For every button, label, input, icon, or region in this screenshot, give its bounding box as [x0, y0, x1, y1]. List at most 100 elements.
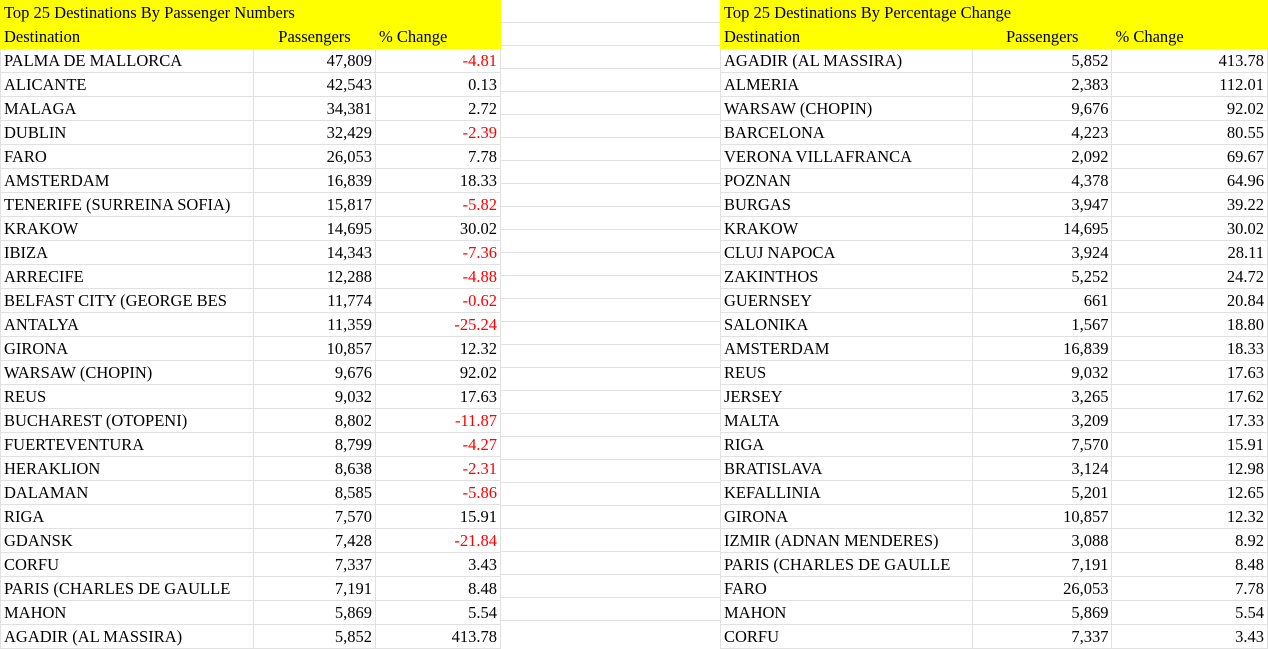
- cell-passengers[interactable]: 9,676: [253, 360, 376, 385]
- cell-change[interactable]: 3.43: [1111, 624, 1268, 649]
- cell-change[interactable]: 12.32: [375, 336, 501, 361]
- cell-change[interactable]: 5.54: [375, 600, 501, 625]
- cell-change[interactable]: 5.54: [1111, 600, 1268, 625]
- cell-change[interactable]: 18.80: [1111, 312, 1268, 337]
- cell-change[interactable]: 12.32: [1111, 504, 1268, 529]
- cell-destination[interactable]: CLUJ NAPOCA: [720, 240, 973, 265]
- cell-change[interactable]: 413.78: [1111, 48, 1268, 73]
- cell-change[interactable]: 8.92: [1111, 528, 1268, 553]
- cell-passengers[interactable]: 14,695: [971, 216, 1113, 241]
- cell-change[interactable]: 92.02: [1111, 96, 1268, 121]
- cell-passengers[interactable]: 5,869: [971, 600, 1113, 625]
- cell-destination[interactable]: VERONA VILLAFRANCA: [720, 144, 973, 169]
- cell-passengers[interactable]: 8,585: [253, 480, 376, 505]
- cell-destination[interactable]: DUBLIN: [0, 120, 254, 145]
- cell-change[interactable]: -21.84: [375, 528, 501, 553]
- cell-destination[interactable]: KRAKOW: [720, 216, 973, 241]
- cell-destination[interactable]: REUS: [0, 384, 254, 409]
- cell-passengers[interactable]: 7,570: [971, 432, 1113, 457]
- empty-row[interactable]: [500, 276, 720, 299]
- cell-destination[interactable]: MALAGA: [0, 96, 254, 121]
- cell-change[interactable]: 17.63: [375, 384, 501, 409]
- header-change[interactable]: % Change: [1111, 24, 1268, 49]
- empty-row[interactable]: [500, 230, 720, 253]
- cell-passengers[interactable]: 26,053: [971, 576, 1113, 601]
- cell-destination[interactable]: WARSAW (CHOPIN): [720, 96, 973, 121]
- cell-passengers[interactable]: 10,857: [971, 504, 1113, 529]
- cell-change[interactable]: 15.91: [1111, 432, 1268, 457]
- cell-passengers[interactable]: 2,383: [971, 72, 1113, 97]
- cell-passengers[interactable]: 5,252: [971, 264, 1113, 289]
- cell-change[interactable]: -2.31: [375, 456, 501, 481]
- cell-change[interactable]: 112.01: [1111, 72, 1268, 97]
- cell-change[interactable]: 18.33: [1111, 336, 1268, 361]
- cell-passengers[interactable]: 7,191: [253, 576, 376, 601]
- cell-passengers[interactable]: 661: [971, 288, 1113, 313]
- cell-passengers[interactable]: 47,809: [253, 48, 376, 73]
- cell-change[interactable]: -4.27: [375, 432, 501, 457]
- cell-change[interactable]: 69.67: [1111, 144, 1268, 169]
- cell-passengers[interactable]: 8,802: [253, 408, 376, 433]
- cell-passengers[interactable]: 3,265: [971, 384, 1113, 409]
- cell-passengers[interactable]: 3,947: [971, 192, 1113, 217]
- cell-passengers[interactable]: 4,378: [971, 168, 1113, 193]
- cell-passengers[interactable]: 11,359: [253, 312, 376, 337]
- cell-change[interactable]: -5.82: [375, 192, 501, 217]
- empty-row[interactable]: [500, 92, 720, 115]
- empty-row[interactable]: [500, 161, 720, 184]
- cell-passengers[interactable]: 8,638: [253, 456, 376, 481]
- cell-destination[interactable]: BRATISLAVA: [720, 456, 973, 481]
- cell-passengers[interactable]: 7,191: [971, 552, 1113, 577]
- cell-destination[interactable]: PARIS (CHARLES DE GAULLE: [720, 552, 973, 577]
- cell-change[interactable]: 7.78: [375, 144, 501, 169]
- cell-passengers[interactable]: 42,543: [253, 72, 376, 97]
- cell-passengers[interactable]: 9,032: [971, 360, 1113, 385]
- cell-change[interactable]: 92.02: [375, 360, 501, 385]
- cell-destination[interactable]: CORFU: [0, 552, 254, 577]
- cell-passengers[interactable]: 7,570: [253, 504, 376, 529]
- cell-change[interactable]: -5.86: [375, 480, 501, 505]
- empty-row[interactable]: [500, 299, 720, 322]
- cell-destination[interactable]: HERAKLION: [0, 456, 254, 481]
- empty-row[interactable]: [500, 253, 720, 276]
- cell-change[interactable]: 28.11: [1111, 240, 1268, 265]
- cell-change[interactable]: 17.33: [1111, 408, 1268, 433]
- cell-destination[interactable]: BUCHAREST (OTOPENI): [0, 408, 254, 433]
- empty-row[interactable]: [500, 529, 720, 552]
- cell-passengers[interactable]: 3,209: [971, 408, 1113, 433]
- cell-change[interactable]: 8.48: [1111, 552, 1268, 577]
- cell-change[interactable]: 18.33: [375, 168, 501, 193]
- cell-passengers[interactable]: 9,676: [971, 96, 1113, 121]
- cell-change[interactable]: 15.91: [375, 504, 501, 529]
- empty-row[interactable]: [500, 506, 720, 529]
- cell-destination[interactable]: MAHON: [0, 600, 254, 625]
- cell-change[interactable]: -25.24: [375, 312, 501, 337]
- cell-destination[interactable]: BARCELONA: [720, 120, 973, 145]
- header-passengers[interactable]: Passengers: [253, 24, 376, 49]
- cell-change[interactable]: 8.48: [375, 576, 501, 601]
- table-title[interactable]: Top 25 Destinations By Passenger Numbers: [0, 0, 501, 25]
- cell-change[interactable]: 20.84: [1111, 288, 1268, 313]
- cell-passengers[interactable]: 7,337: [971, 624, 1113, 649]
- empty-row[interactable]: [500, 138, 720, 161]
- cell-passengers[interactable]: 15,817: [253, 192, 376, 217]
- cell-destination[interactable]: ARRECIFE: [0, 264, 254, 289]
- cell-passengers[interactable]: 3,924: [971, 240, 1113, 265]
- cell-destination[interactable]: PARIS (CHARLES DE GAULLE: [0, 576, 254, 601]
- cell-passengers[interactable]: 3,088: [971, 528, 1113, 553]
- cell-destination[interactable]: WARSAW (CHOPIN): [0, 360, 254, 385]
- cell-destination[interactable]: FUERTEVENTURA: [0, 432, 254, 457]
- empty-row[interactable]: [500, 437, 720, 460]
- cell-passengers[interactable]: 7,337: [253, 552, 376, 577]
- empty-row[interactable]: [500, 322, 720, 345]
- cell-passengers[interactable]: 7,428: [253, 528, 376, 553]
- cell-destination[interactable]: MALTA: [720, 408, 973, 433]
- cell-destination[interactable]: IZMIR (ADNAN MENDERES): [720, 528, 973, 553]
- cell-change[interactable]: 17.62: [1111, 384, 1268, 409]
- empty-cells-area[interactable]: [500, 0, 720, 621]
- header-passengers[interactable]: Passengers: [971, 24, 1113, 49]
- empty-row[interactable]: [500, 23, 720, 46]
- cell-passengers[interactable]: 14,343: [253, 240, 376, 265]
- cell-destination[interactable]: AMSTERDAM: [0, 168, 254, 193]
- cell-destination[interactable]: RIGA: [720, 432, 973, 457]
